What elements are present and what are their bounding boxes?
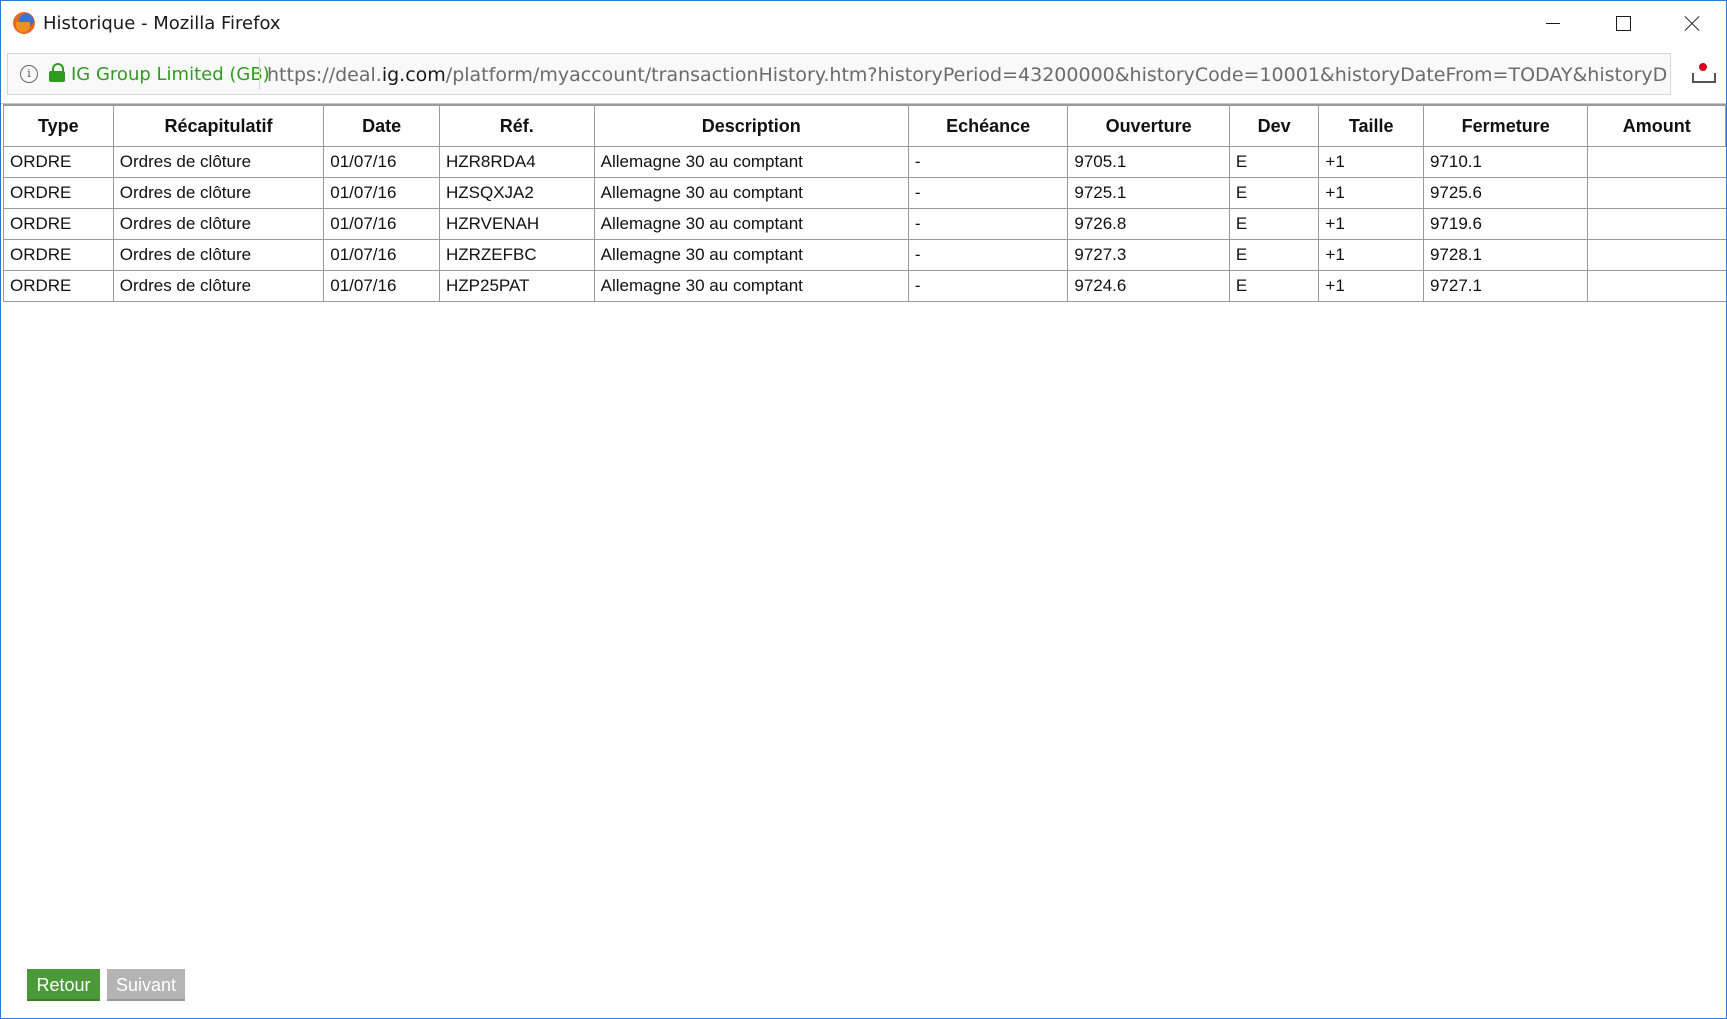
- cell-recapitulatif: Ordres de clôture: [112, 270, 325, 302]
- cell-taille: +1: [1318, 177, 1424, 209]
- url-text[interactable]: https://deal.ig.com/platform/myaccount/t…: [267, 64, 1667, 86]
- table-row: ORDRE Ordres de clôture 01/07/16 HZRZEFB…: [3, 239, 1726, 271]
- back-button[interactable]: Retour: [27, 969, 100, 1001]
- cell-ref: HZP25PAT: [438, 270, 595, 302]
- cell-echeance: -: [907, 270, 1069, 302]
- cell-description: Allemagne 30 au comptant: [593, 177, 909, 209]
- close-button[interactable]: [1656, 1, 1726, 47]
- column-header-ref: Réf.: [438, 104, 595, 147]
- cell-echeance: -: [907, 239, 1069, 271]
- cell-ref: HZR8RDA4: [438, 146, 595, 178]
- cell-taille: +1: [1318, 239, 1424, 271]
- cell-taille: +1: [1318, 270, 1424, 302]
- url-path: /platform/myaccount/transactionHistory.h…: [445, 64, 1667, 86]
- column-header-echeance: Echéance: [907, 104, 1069, 147]
- cell-echeance: -: [907, 146, 1069, 178]
- column-header-dev: Dev: [1228, 104, 1320, 147]
- cell-fermeture: 9727.1: [1422, 270, 1589, 302]
- cell-amount: [1587, 239, 1726, 271]
- cell-ref: HZRVENAH: [438, 208, 595, 240]
- cell-type: ORDRE: [3, 270, 114, 302]
- table-row: ORDRE Ordres de clôture 01/07/16 HZP25PA…: [3, 270, 1726, 302]
- cell-description: Allemagne 30 au comptant: [593, 239, 909, 271]
- table-row: ORDRE Ordres de clôture 01/07/16 HZRVENA…: [3, 208, 1726, 240]
- cell-taille: +1: [1318, 146, 1424, 178]
- cell-type: ORDRE: [3, 239, 114, 271]
- url-domain: ig.com: [381, 64, 446, 86]
- cell-recapitulatif: Ordres de clôture: [112, 208, 325, 240]
- column-header-recapitulatif: Récapitulatif: [112, 104, 325, 147]
- cell-amount: [1587, 177, 1726, 209]
- cell-date: 01/07/16: [323, 270, 440, 302]
- cell-date: 01/07/16: [323, 239, 440, 271]
- cell-type: ORDRE: [3, 146, 114, 178]
- cell-recapitulatif: Ordres de clôture: [112, 239, 325, 271]
- column-header-fermeture: Fermeture: [1422, 104, 1589, 147]
- next-button[interactable]: Suivant: [107, 969, 185, 1001]
- cell-description: Allemagne 30 au comptant: [593, 146, 909, 178]
- cell-dev: E: [1228, 270, 1320, 302]
- table-row: ORDRE Ordres de clôture 01/07/16 HZSQXJA…: [3, 177, 1726, 209]
- address-bar[interactable]: i IG Group Limited (GB) https://deal.ig.…: [7, 53, 1671, 95]
- cell-ouverture: 9727.3: [1067, 239, 1230, 271]
- cell-fermeture: 9725.6: [1422, 177, 1589, 209]
- cell-taille: +1: [1318, 208, 1424, 240]
- cell-recapitulatif: Ordres de clôture: [112, 177, 325, 209]
- column-header-description: Description: [593, 104, 909, 147]
- column-header-date: Date: [323, 104, 440, 147]
- title-bar: Historique - Mozilla Firefox: [1, 1, 1726, 47]
- cell-type: ORDRE: [3, 177, 114, 209]
- cell-ouverture: 9705.1: [1067, 146, 1230, 178]
- cell-dev: E: [1228, 239, 1320, 271]
- cell-ouverture: 9726.8: [1067, 208, 1230, 240]
- cell-ouverture: 9725.1: [1067, 177, 1230, 209]
- cell-ref: HZSQXJA2: [438, 177, 595, 209]
- cell-dev: E: [1228, 208, 1320, 240]
- maximize-button[interactable]: [1586, 1, 1656, 47]
- column-header-taille: Taille: [1318, 104, 1424, 147]
- column-header-ouverture: Ouverture: [1067, 104, 1230, 147]
- cell-echeance: -: [907, 177, 1069, 209]
- cell-amount: [1587, 270, 1726, 302]
- cell-recapitulatif: Ordres de clôture: [112, 146, 325, 178]
- transaction-history-table: Type Récapitulatif Date Réf. Description…: [3, 104, 1726, 302]
- firefox-logo-icon: [13, 12, 35, 34]
- info-icon[interactable]: i: [20, 65, 38, 83]
- cell-date: 01/07/16: [323, 208, 440, 240]
- header-row: Type Récapitulatif Date Réf. Description…: [3, 104, 1726, 147]
- cell-dev: E: [1228, 177, 1320, 209]
- site-identity-label[interactable]: IG Group Limited (GB): [71, 64, 270, 85]
- cell-amount: [1587, 146, 1726, 178]
- cell-ouverture: 9724.6: [1067, 270, 1230, 302]
- window-title: Historique - Mozilla Firefox: [43, 13, 281, 34]
- cell-fermeture: 9710.1: [1422, 146, 1589, 178]
- url-divider: [259, 58, 260, 90]
- cell-ref: HZRZEFBC: [438, 239, 595, 271]
- browser-window: Historique - Mozilla Firefox i IG Group …: [0, 0, 1727, 1019]
- column-header-amount: Amount: [1587, 104, 1726, 147]
- cell-fermeture: 9719.6: [1422, 208, 1589, 240]
- cell-fermeture: 9728.1: [1422, 239, 1589, 271]
- url-prefix: https://deal.: [267, 64, 382, 86]
- page-content: Type Récapitulatif Date Réf. Description…: [1, 103, 1726, 1018]
- cell-date: 01/07/16: [323, 146, 440, 178]
- cell-type: ORDRE: [3, 208, 114, 240]
- lock-icon[interactable]: [49, 63, 65, 83]
- cell-description: Allemagne 30 au comptant: [593, 208, 909, 240]
- cell-echeance: -: [907, 208, 1069, 240]
- cell-dev: E: [1228, 146, 1320, 178]
- cell-amount: [1587, 208, 1726, 240]
- cell-description: Allemagne 30 au comptant: [593, 270, 909, 302]
- table-row: ORDRE Ordres de clôture 01/07/16 HZR8RDA…: [3, 146, 1726, 178]
- notification-tray-icon[interactable]: [1691, 61, 1716, 85]
- column-header-type: Type: [3, 104, 114, 147]
- cell-date: 01/07/16: [323, 177, 440, 209]
- minimize-button[interactable]: [1516, 1, 1586, 47]
